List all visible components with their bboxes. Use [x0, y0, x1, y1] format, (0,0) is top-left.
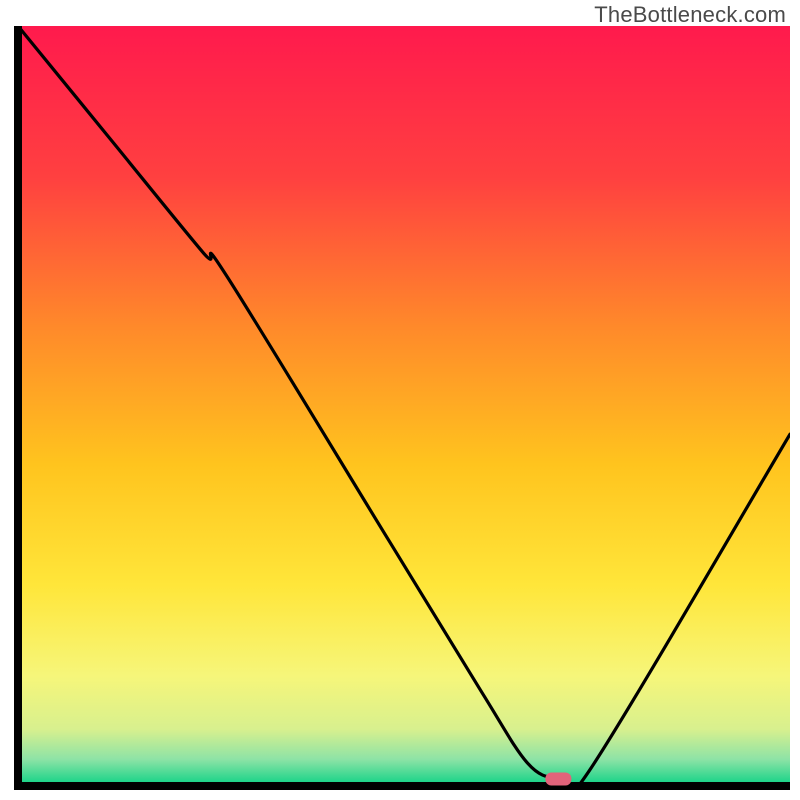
watermark-text: TheBottleneck.com	[594, 2, 786, 28]
optimal-point-marker	[545, 773, 571, 786]
chart-frame	[10, 26, 790, 790]
chart-svg	[10, 26, 790, 790]
plot-background	[18, 26, 790, 782]
